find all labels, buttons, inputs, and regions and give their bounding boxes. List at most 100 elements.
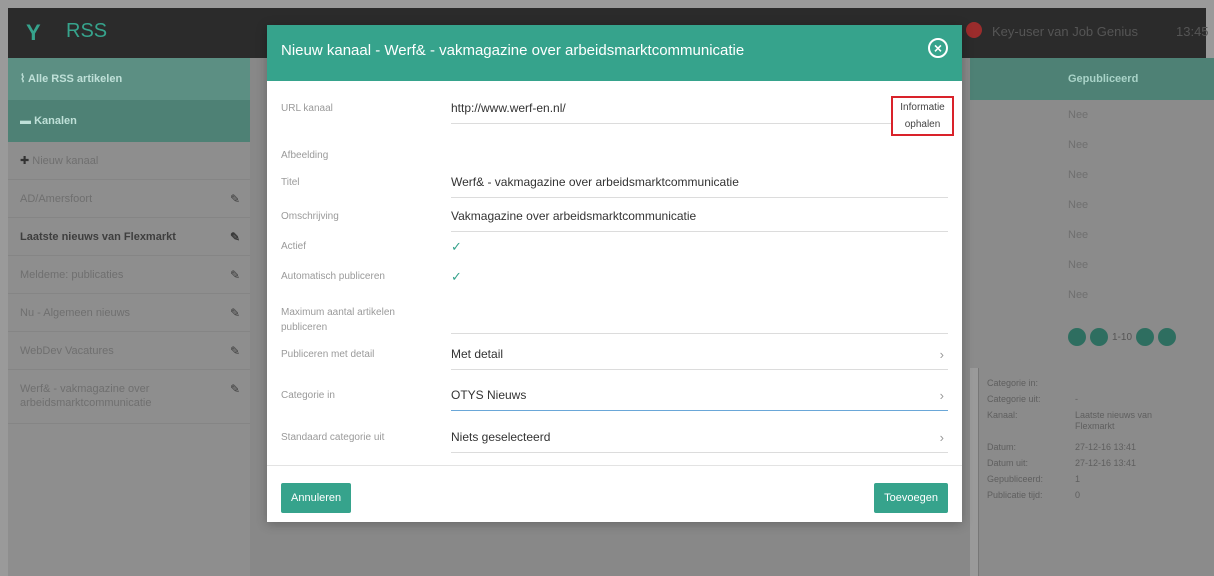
description-label: Omschrijving — [281, 211, 339, 222]
column-header-published[interactable]: Gepubliceerd — [970, 58, 1214, 100]
folder-icon: ▬ — [20, 115, 35, 127]
sidebar-channels[interactable]: ▬ Kanalen — [8, 100, 250, 142]
chevron-right-icon: › — [939, 388, 944, 403]
edit-pencil-icon[interactable]: ✎ — [230, 218, 240, 256]
app-logo: Y — [26, 20, 41, 45]
detail-row: Datum uit: 27-12-16 13:41 — [979, 458, 1214, 474]
sidebar-item-channel[interactable]: Laatste nieuws van Flexmarkt ✎ — [8, 218, 250, 256]
clock: 13:45 — [1176, 24, 1209, 39]
prev-page-icon[interactable] — [1090, 328, 1108, 346]
max-articles-input[interactable] — [451, 315, 948, 334]
detail-key: Kanaal: — [987, 410, 1018, 420]
first-page-icon[interactable] — [1068, 328, 1086, 346]
publish-detail-label: Publiceren met detail — [281, 349, 375, 360]
description-input[interactable]: Vakmagazine over arbeidsmarktcommunicati… — [451, 209, 948, 232]
table-cell-published: Nee — [1068, 139, 1089, 151]
sidebar-item-label: Werf& - vakmagazine over arbeidsmarktcom… — [20, 383, 152, 409]
edit-pencil-icon[interactable]: ✎ — [230, 256, 240, 294]
detail-row: Kanaal: Laatste nieuws van Flexmarkt — [979, 410, 1214, 442]
close-icon[interactable]: × — [928, 38, 948, 58]
table-cell-published: Nee — [1068, 109, 1089, 121]
edit-pencil-icon[interactable]: ✎ — [230, 294, 240, 332]
url-label: URL kanaal — [281, 103, 333, 114]
detail-value: 27-12-16 13:41 — [1075, 458, 1137, 468]
detail-key: Publicatie tijd: — [987, 490, 1043, 500]
active-checkmark-icon[interactable]: ✓ — [451, 239, 462, 255]
detail-row: Publicatie tijd: 0 — [979, 490, 1214, 506]
sidebar-new-channel[interactable]: ✚ Nieuw kanaal — [8, 142, 250, 180]
table-cell-published: Nee — [1068, 289, 1089, 301]
auto-publish-label: Automatisch publiceren — [281, 271, 385, 282]
sidebar-item-channel[interactable]: AD/Amersfoort ✎ — [8, 180, 250, 218]
active-label: Actief — [281, 241, 307, 252]
dialog-header: Nieuw kanaal - Werf& - vakmagazine over … — [267, 25, 962, 81]
sidebar-item-label: WebDev Vacatures — [20, 345, 114, 357]
category-out-value: Niets geselecteerd — [451, 430, 551, 444]
publish-detail-value: Met detail — [451, 347, 504, 361]
max-articles-label-line2: publiceren — [281, 322, 328, 333]
table-cell-published: Nee — [1068, 199, 1089, 211]
edit-pencil-icon[interactable]: ✎ — [230, 332, 240, 370]
rss-icon: ⌇ — [20, 73, 29, 85]
detail-key: Datum: — [987, 442, 1017, 452]
sidebar-item-channel[interactable]: Meldeme: publicaties ✎ — [8, 256, 250, 294]
last-page-icon[interactable] — [1158, 328, 1177, 346]
pagination: 1-10 — [1068, 328, 1177, 346]
title-input[interactable]: Werf& - vakmagazine over arbeidsmarktcom… — [451, 175, 948, 198]
detail-row: Categorie uit: - — [979, 394, 1214, 410]
sidebar-item-channel[interactable]: Werf& - vakmagazine over arbeidsmarktcom… — [8, 370, 250, 424]
sidebar-item-label: Meldeme: publicaties — [20, 269, 124, 281]
sidebar: ⌇ Alle RSS artikelen ▬ Kanalen ✚ Nieuw k… — [8, 58, 250, 576]
user-name[interactable]: Key-user van Job Genius — [992, 24, 1138, 39]
table-cell-published: Nee — [1068, 259, 1089, 271]
sidebar-all-articles-label: Alle RSS artikelen — [28, 73, 123, 85]
new-channel-dialog: Nieuw kanaal - Werf& - vakmagazine over … — [267, 25, 962, 522]
category-out-label: Standaard categorie uit — [281, 432, 385, 443]
image-label: Afbeelding — [281, 150, 329, 161]
sidebar-item-label: Nu - Algemeen nieuws — [20, 307, 131, 319]
max-articles-label-line1: Maximum aantal artikelen — [281, 307, 395, 318]
next-page-icon[interactable] — [1136, 328, 1155, 346]
sidebar-channels-label: Kanalen — [34, 115, 77, 127]
category-in-value: OTYS Nieuws — [451, 388, 527, 402]
sidebar-item-label: AD/Amersfoort — [20, 193, 93, 205]
chevron-right-icon: › — [939, 430, 944, 445]
detail-row: Datum: 27-12-16 13:41 — [979, 442, 1214, 458]
sidebar-item-channel[interactable]: Nu - Algemeen nieuws ✎ — [8, 294, 250, 332]
detail-value: 27-12-16 13:41 — [1075, 442, 1137, 452]
dialog-title: Nieuw kanaal - Werf& - vakmagazine over … — [281, 42, 745, 59]
sidebar-all-articles[interactable]: ⌇ Alle RSS artikelen — [8, 58, 250, 100]
fetch-info-button[interactable]: Informatie ophalen — [891, 96, 954, 136]
page-range: 1-10 — [1112, 331, 1133, 343]
article-details-panel: Categorie in: Categorie uit: - Kanaal: Laa… — [978, 368, 1214, 576]
title-label: Titel — [281, 177, 300, 188]
url-input[interactable]: http://www.werf-en.nl/ — [451, 101, 891, 124]
detail-value: 1 — [1075, 474, 1081, 484]
table-cell-published: Nee — [1068, 229, 1089, 241]
sidebar-item-label: Laatste nieuws van Flexmarkt — [20, 231, 176, 243]
category-in-label: Categorie in — [281, 390, 335, 401]
chevron-right-icon: › — [939, 347, 944, 362]
detail-key: Gepubliceerd: — [987, 474, 1044, 484]
sidebar-new-channel-label: Nieuw kanaal — [32, 155, 99, 167]
detail-key: Datum uit: — [987, 458, 1029, 468]
publish-detail-select[interactable]: Met detail › — [451, 347, 948, 370]
user-avatar-icon[interactable] — [966, 22, 982, 38]
edit-pencil-icon[interactable]: ✎ — [230, 180, 240, 218]
cancel-button[interactable]: Annuleren — [281, 483, 352, 513]
detail-row: Gepubliceerd: 1 — [979, 474, 1214, 490]
detail-value: - — [1075, 394, 1078, 404]
detail-key: Categorie uit: — [987, 394, 1041, 404]
category-out-select[interactable]: Niets geselecteerd › — [451, 430, 948, 453]
detail-row: Categorie in: — [979, 378, 1214, 394]
dialog-footer: Annuleren Toevoegen — [267, 465, 962, 522]
sidebar-item-channel[interactable]: WebDev Vacatures ✎ — [8, 332, 250, 370]
detail-value: Laatste nieuws van Flexmarkt — [1075, 410, 1153, 431]
category-in-select[interactable]: OTYS Nieuws › — [451, 388, 948, 411]
edit-pencil-icon[interactable]: ✎ — [230, 382, 240, 396]
table-cell-published: Nee — [1068, 169, 1089, 181]
auto-publish-checkmark-icon[interactable]: ✓ — [451, 269, 462, 285]
fetch-info-label-line1: Informatie — [900, 102, 945, 113]
add-button[interactable]: Toevoegen — [874, 483, 948, 513]
max-articles-label: Maximum aantal artikelen publiceren — [281, 305, 395, 335]
